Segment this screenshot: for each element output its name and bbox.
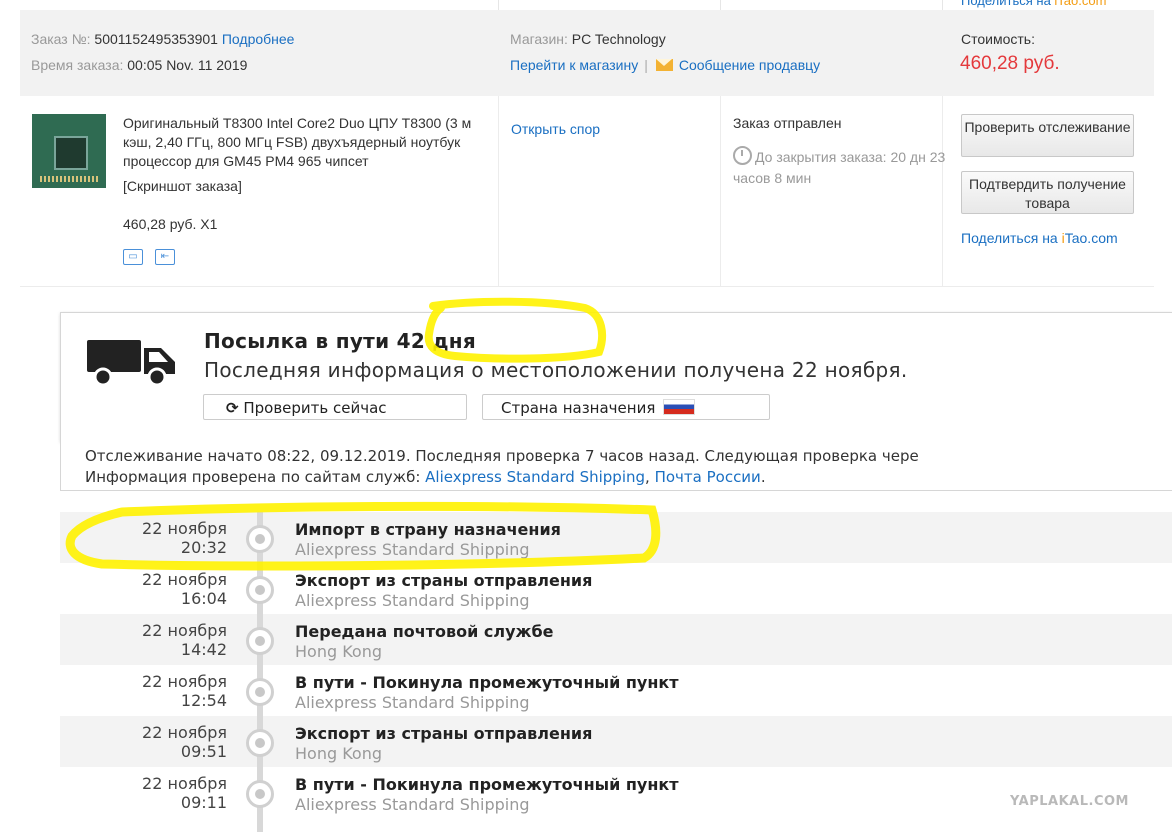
share-itao-link[interactable]: Поделиться на iTao.com: [961, 230, 1118, 246]
event-carrier: Hong Kong: [295, 642, 382, 661]
shop-name: Магазин: PC Technology: [510, 31, 666, 47]
timeline-row: 22 ноября 12:54 В пути - Покинула промежу…: [60, 665, 1172, 716]
go-to-shop-link[interactable]: Перейти к магазину: [510, 57, 638, 73]
confirm-receipt-button[interactable]: Подтвердить получение товара: [961, 171, 1134, 214]
timeline-node-icon: [246, 525, 274, 553]
cost-label: Стоимость:: [961, 31, 1035, 47]
product-title[interactable]: Оригинальный T8300 Intel Core2 Duo ЦПУ T…: [123, 114, 493, 171]
order-item-row: Оригинальный T8300 Intel Core2 Duo ЦПУ T…: [20, 96, 1154, 287]
check-tracking-button[interactable]: Проверить отслеживание: [961, 114, 1134, 157]
product-thumbnail[interactable]: [32, 114, 106, 188]
column-divider: [942, 96, 943, 286]
tracking-info: Отслеживание начато 08:22, 09.12.2019. П…: [60, 440, 1172, 491]
cpu-pins-image: [40, 176, 98, 182]
delivery-truck-icon[interactable]: ▭: [123, 249, 143, 265]
order-details-link[interactable]: Подробнее: [222, 31, 295, 47]
event-title: Экспорт из страны отправления: [295, 571, 593, 590]
return-icon[interactable]: ⇤: [155, 249, 175, 265]
watermark: YAPLAKAL.COM: [1010, 794, 1129, 809]
timeline-row: 22 ноября 16:04 Экспорт из страны отправл…: [60, 563, 1172, 614]
column-divider: [498, 96, 499, 286]
clock-icon: [733, 146, 752, 165]
russian-post-link[interactable]: Почта России: [655, 468, 761, 486]
event-carrier: Aliexpress Standard Shipping: [295, 795, 530, 814]
event-date: 22 ноября 16:04: [142, 570, 227, 608]
timeline-row: 22 ноября 20:32 Импорт в страну назначени…: [60, 512, 1172, 563]
order-time: Время заказа: 00:05 Nov. 11 2019: [31, 57, 248, 73]
refresh-icon: ⟳: [226, 399, 239, 417]
shop-links: Перейти к магазину | Сообщение продавцу: [510, 57, 821, 73]
event-date: 22 ноября 09:11: [142, 774, 227, 812]
event-title: В пути - Покинула промежуточный пункт: [295, 673, 679, 692]
order-status: Заказ отправлен: [733, 115, 842, 131]
product-icons: ▭ ⇤: [123, 246, 187, 265]
tracking-info-line: Отслеживание начато 08:22, 09.12.2019. П…: [85, 447, 919, 465]
russia-flag-icon: [663, 399, 696, 415]
tracking-timeline: 22 ноября 20:32 Импорт в страну назначени…: [60, 512, 1172, 832]
event-carrier: Aliexpress Standard Shipping: [295, 693, 530, 712]
column-divider: [498, 0, 499, 10]
event-title: Импорт в страну назначения: [295, 520, 561, 539]
message-seller-link[interactable]: Сообщение продавцу: [679, 57, 820, 73]
column-divider: [942, 0, 943, 10]
share-itao-link-top[interactable]: Поделиться на iTao.com: [961, 0, 1106, 8]
envelope-icon: [655, 59, 673, 71]
check-now-button[interactable]: ⟳ Проверить сейчас: [203, 394, 467, 420]
event-date: 22 ноября 20:32: [142, 519, 227, 557]
aliexpress-shipping-link[interactable]: Aliexpress Standard Shipping: [425, 468, 645, 486]
truck-icon: [87, 340, 175, 386]
order-id: Заказ №: 5001152495353901 Подробнее: [31, 31, 295, 47]
event-carrier: Hong Kong: [295, 744, 382, 763]
timeline-node-icon: [246, 780, 274, 808]
tracking-card: Посылка в пути 42 дня Последняя информац…: [60, 312, 1172, 442]
event-title: Передана почтовой службе: [295, 622, 554, 641]
cpu-chip-image: [54, 136, 88, 170]
timeline-node-icon: [246, 627, 274, 655]
timeline-node-icon: [246, 576, 274, 604]
order-header: Заказ №: 5001152495353901 Подробнее Врем…: [20, 10, 1154, 96]
tracking-sources-line: Информация проверена по сайтам служб: Al…: [85, 468, 766, 486]
top-strip: Поделиться на iTao.com: [0, 0, 1172, 10]
order-screenshot-link[interactable]: [Скриншот заказа]: [123, 178, 242, 194]
tracking-title: Посылка в пути 42 дня: [204, 329, 477, 353]
event-title: В пути - Покинула промежуточный пункт: [295, 775, 679, 794]
destination-country-button[interactable]: Страна назначения: [482, 394, 770, 420]
column-divider: [720, 0, 721, 10]
event-carrier: Aliexpress Standard Shipping: [295, 540, 530, 559]
timeline-row: 22 ноября 09:11 В пути - Покинула промежу…: [60, 767, 1172, 818]
event-date: 22 ноября 12:54: [142, 672, 227, 710]
event-carrier: Aliexpress Standard Shipping: [295, 591, 530, 610]
event-title: Экспорт из страны отправления: [295, 724, 593, 743]
tracking-subtitle: Последняя информация о местоположении по…: [204, 358, 908, 382]
event-date: 22 ноября 09:51: [142, 723, 227, 761]
event-date: 22 ноября 14:42: [142, 621, 227, 659]
open-dispute-link[interactable]: Открыть спор: [511, 121, 600, 137]
timeline-node-icon: [246, 729, 274, 757]
order-timer: До закрытия заказа: 20 дн 23 часов 8 мин: [733, 146, 948, 189]
column-divider: [720, 96, 721, 286]
product-price-qty: 460,28 руб. X1: [123, 216, 218, 232]
timeline-row: 22 ноября 09:51 Экспорт из страны отправл…: [60, 716, 1172, 767]
timeline-node-icon: [246, 678, 274, 706]
order-cost: 460,28 руб.: [960, 53, 1060, 74]
timeline-row: 22 ноября 14:42 Передана почтовой службе …: [60, 614, 1172, 665]
